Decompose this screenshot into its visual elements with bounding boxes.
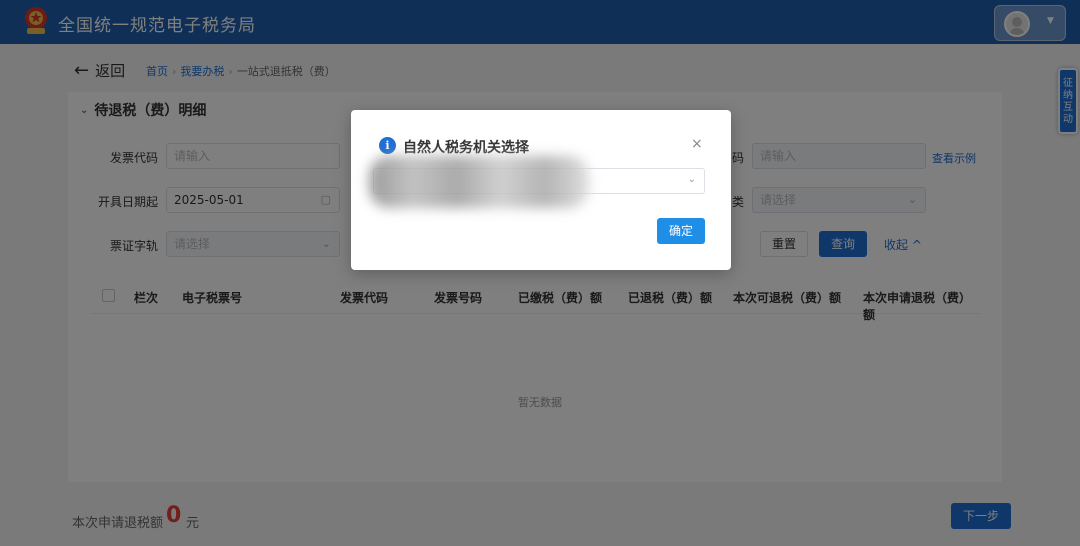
info-icon: i xyxy=(379,137,396,154)
dialog-title: 自然人税务机关选择 xyxy=(403,140,529,156)
modal-overlay[interactable] xyxy=(0,0,1080,546)
close-icon[interactable]: × xyxy=(691,136,703,152)
confirm-button[interactable]: 确定 xyxy=(657,218,705,244)
tax-authority-dialog: i 自然人税务机关选择 × ⌄ 确定 xyxy=(351,110,731,270)
redacted-blur xyxy=(369,156,589,208)
chevron-down-icon: ⌄ xyxy=(687,174,696,185)
